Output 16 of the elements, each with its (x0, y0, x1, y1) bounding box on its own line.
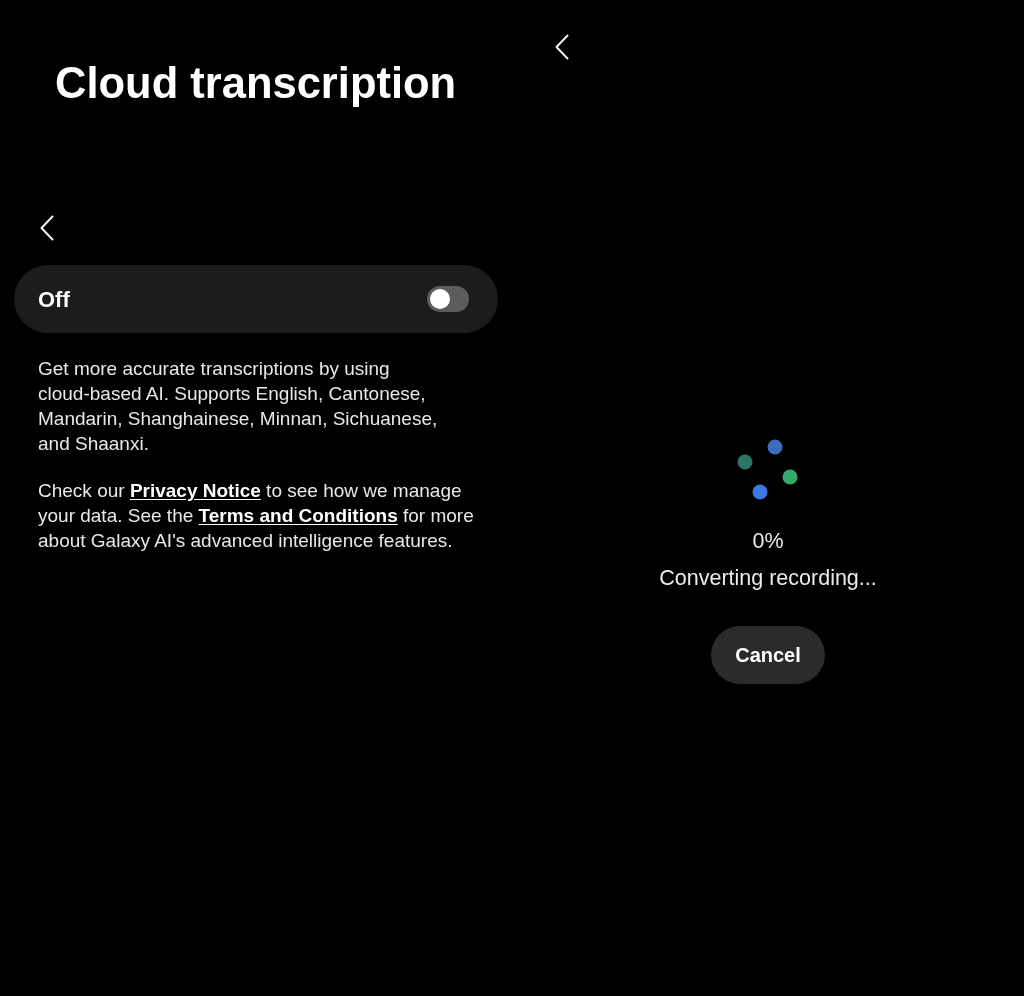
page-title: Cloud transcription (55, 58, 458, 109)
spinner-dot-icon (752, 484, 768, 500)
link[interactable]: Terms and Conditions (198, 505, 398, 526)
status-text: Converting recording... (659, 565, 877, 592)
spinner-dot-icon (782, 469, 798, 485)
progress-percent: 0% (752, 528, 784, 555)
spinner-dot-icon (767, 439, 783, 455)
description-text: Get more accurate transcriptions by using cloud-based AI. Supports English, Cantonese, Mandarin, Shanghainese, Minnan, Sichuanese, and Shaanxi. (38, 357, 439, 456)
link[interactable]: Privacy Notice (129, 480, 261, 501)
back-chevron-icon (555, 34, 569, 60)
spinner-dot-icon (737, 454, 753, 470)
back-chevron-icon (40, 215, 54, 241)
cancel-button[interactable]: Cancel (711, 626, 825, 684)
setting-label: Off (38, 285, 70, 314)
toggle-switch[interactable] (427, 286, 469, 312)
privacy-notice-text: Check our Privacy Notice to see how we manage your data. See the Terms and Conditions for more about Galaxy AI's advanced intelligence features. (38, 479, 475, 553)
